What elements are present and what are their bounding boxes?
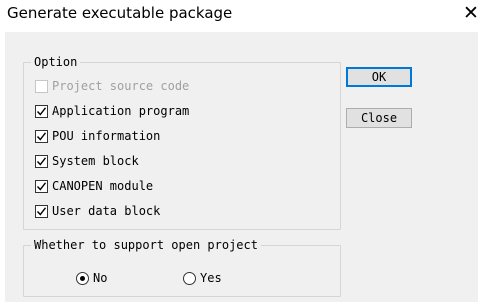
radio-circle[interactable] xyxy=(76,271,89,285)
open-project-group: Whether to support open project No Yes xyxy=(23,237,341,297)
open-project-group-legend: Whether to support open project xyxy=(31,237,261,253)
checkmark-icon xyxy=(36,181,47,191)
option-group-legend: Option xyxy=(31,54,81,70)
close-button[interactable]: Close xyxy=(346,108,412,128)
radio-selected-dot xyxy=(80,275,85,281)
checkmark-icon xyxy=(36,156,47,166)
radio-circle[interactable] xyxy=(183,271,196,285)
ok-button[interactable]: OK xyxy=(346,67,412,87)
checkbox-label: POU information xyxy=(52,129,161,143)
checkbox-pou-information[interactable]: POU information xyxy=(35,126,160,146)
radio-yes[interactable]: Yes xyxy=(183,268,222,288)
checkbox-box[interactable] xyxy=(35,204,48,218)
close-icon[interactable]: ✕ xyxy=(463,2,479,24)
radio-no[interactable]: No xyxy=(76,268,107,288)
checkbox-box[interactable] xyxy=(35,154,48,168)
checkbox-box[interactable] xyxy=(35,179,48,193)
checkbox-canopen-module[interactable]: CANOPEN module xyxy=(35,176,153,196)
checkbox-label: System block xyxy=(52,154,139,168)
radio-label: Yes xyxy=(200,271,222,285)
checkmark-icon xyxy=(36,131,47,141)
checkmark-icon xyxy=(36,106,47,116)
checkbox-label: User data block xyxy=(52,204,161,218)
option-group: Option Project source code Application p… xyxy=(23,54,341,230)
dialog-body: Option Project source code Application p… xyxy=(5,32,478,302)
checkbox-label: Project source code xyxy=(52,79,190,93)
checkbox-box[interactable] xyxy=(35,129,48,143)
checkbox-box[interactable] xyxy=(35,79,48,93)
checkbox-project-source-code[interactable]: Project source code xyxy=(35,76,189,96)
checkbox-application-program[interactable]: Application program xyxy=(35,101,189,121)
checkbox-user-data-block[interactable]: User data block xyxy=(35,201,160,221)
dialog-title: Generate executable package xyxy=(7,4,233,22)
checkbox-label: CANOPEN module xyxy=(52,179,154,193)
checkbox-box[interactable] xyxy=(35,104,48,118)
checkbox-system-block[interactable]: System block xyxy=(35,151,139,171)
radio-label: No xyxy=(93,271,108,285)
checkbox-label: Application program xyxy=(52,104,190,118)
checkmark-icon xyxy=(36,206,47,216)
